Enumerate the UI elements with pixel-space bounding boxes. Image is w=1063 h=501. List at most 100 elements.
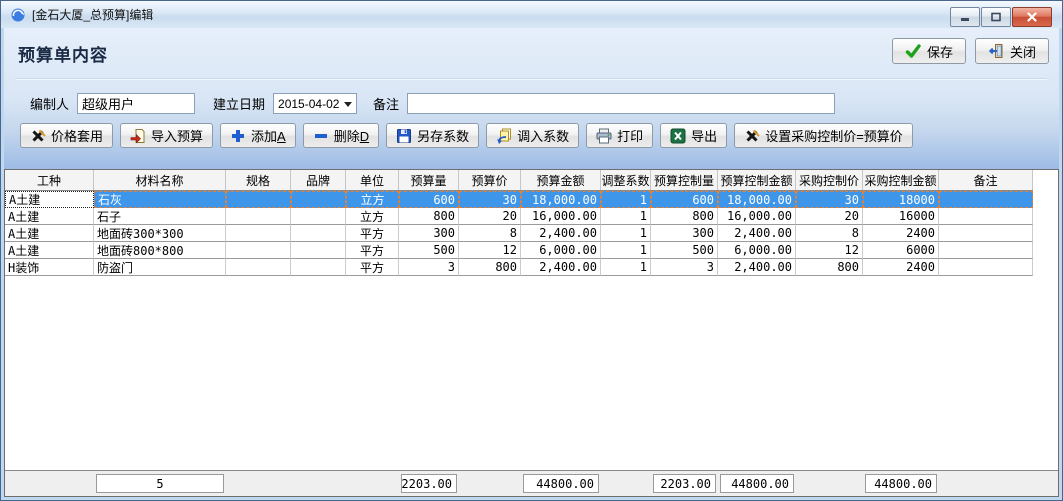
save-button[interactable]: 保存 bbox=[892, 38, 966, 64]
cell-purchase-control-price[interactable]: 8 bbox=[796, 225, 863, 242]
cell-material-name[interactable]: 地面砖800*800 bbox=[94, 242, 226, 259]
column-header-budget-qty[interactable]: 预算量 bbox=[399, 170, 459, 190]
cell-material-name[interactable]: 防盗门 bbox=[94, 259, 226, 276]
close-button[interactable]: 关闭 bbox=[975, 38, 1049, 64]
cell-remark[interactable] bbox=[939, 259, 1033, 276]
column-header-budget-amount[interactable]: 预算金额 bbox=[521, 170, 601, 190]
set-purchase-price-button[interactable]: 设置采购控制价=预算价 bbox=[734, 123, 913, 148]
cell-unit[interactable]: 立方 bbox=[346, 191, 399, 208]
cell-budget-control-amount[interactable]: 2,400.00 bbox=[718, 259, 796, 276]
cell-budget-control-qty[interactable]: 300 bbox=[651, 225, 718, 242]
cell-purchase-control-price[interactable]: 12 bbox=[796, 242, 863, 259]
cell-spec[interactable] bbox=[226, 259, 291, 276]
close-window-button[interactable] bbox=[1012, 7, 1052, 27]
import-budget-button[interactable]: 导入预算 bbox=[120, 123, 213, 148]
cell-budget-qty[interactable]: 800 bbox=[399, 208, 459, 225]
cell-budget-control-amount[interactable]: 6,000.00 bbox=[718, 242, 796, 259]
cell-budget-control-qty[interactable]: 3 bbox=[651, 259, 718, 276]
cell-unit[interactable]: 平方 bbox=[346, 225, 399, 242]
cell-unit[interactable]: 立方 bbox=[346, 208, 399, 225]
cell-unit[interactable]: 平方 bbox=[346, 242, 399, 259]
cell-unit[interactable]: 平方 bbox=[346, 259, 399, 276]
note-input[interactable] bbox=[407, 93, 835, 114]
cell-purchase-control-amount[interactable]: 2400 bbox=[863, 225, 939, 242]
column-header-spec[interactable]: 规格 bbox=[226, 170, 291, 190]
cell-adjust-factor[interactable]: 1 bbox=[601, 191, 651, 208]
minimize-button[interactable] bbox=[950, 7, 980, 27]
load-coefficient-button[interactable]: 调入系数 bbox=[486, 123, 579, 148]
cell-budget-amount[interactable]: 2,400.00 bbox=[521, 225, 601, 242]
cell-budget-amount[interactable]: 6,000.00 bbox=[521, 242, 601, 259]
column-header-brand[interactable]: 品牌 bbox=[291, 170, 346, 190]
cell-material-name[interactable]: 地面砖300*300 bbox=[94, 225, 226, 242]
column-header-adjust-factor[interactable]: 调整系数 bbox=[601, 170, 651, 190]
cell-budget-price[interactable]: 30 bbox=[459, 191, 521, 208]
column-header-budget-price[interactable]: 预算价 bbox=[459, 170, 521, 190]
cell-brand[interactable] bbox=[291, 208, 346, 225]
add-button[interactable]: 添加A bbox=[220, 123, 296, 148]
column-header-material-name[interactable]: 材料名称 bbox=[94, 170, 226, 190]
column-header-budget-control-amount[interactable]: 预算控制金额 bbox=[718, 170, 796, 190]
cell-brand[interactable] bbox=[291, 242, 346, 259]
cell-adjust-factor[interactable]: 1 bbox=[601, 259, 651, 276]
cell-budget-qty[interactable]: 500 bbox=[399, 242, 459, 259]
cell-work-type[interactable]: H装饰 bbox=[5, 259, 94, 276]
cell-material-name[interactable]: 石子 bbox=[94, 208, 226, 225]
cell-adjust-factor[interactable]: 1 bbox=[601, 242, 651, 259]
cell-budget-control-qty[interactable]: 500 bbox=[651, 242, 718, 259]
cell-remark[interactable] bbox=[939, 208, 1033, 225]
cell-purchase-control-price[interactable]: 20 bbox=[796, 208, 863, 225]
export-button[interactable]: 导出 bbox=[660, 123, 727, 148]
delete-button[interactable]: 删除D bbox=[303, 123, 379, 148]
column-header-work-type[interactable]: 工种 bbox=[5, 170, 94, 190]
cell-budget-qty[interactable]: 600 bbox=[399, 191, 459, 208]
cell-purchase-control-amount[interactable]: 16000 bbox=[863, 208, 939, 225]
cell-purchase-control-amount[interactable]: 2400 bbox=[863, 259, 939, 276]
cell-budget-control-amount[interactable]: 18,000.00 bbox=[718, 191, 796, 208]
cell-budget-control-qty[interactable]: 600 bbox=[651, 191, 718, 208]
cell-budget-amount[interactable]: 2,400.00 bbox=[521, 259, 601, 276]
column-header-remark[interactable]: 备注 bbox=[939, 170, 1033, 190]
cell-purchase-control-price[interactable]: 30 bbox=[796, 191, 863, 208]
column-header-unit[interactable]: 单位 bbox=[346, 170, 399, 190]
date-combobox[interactable]: 2015-04-02 bbox=[273, 93, 357, 114]
cell-work-type[interactable]: A土建 bbox=[5, 242, 94, 259]
print-button[interactable]: 打印 bbox=[586, 123, 653, 148]
cell-spec[interactable] bbox=[226, 242, 291, 259]
cell-budget-control-amount[interactable]: 2,400.00 bbox=[718, 225, 796, 242]
cell-budget-control-amount[interactable]: 16,000.00 bbox=[718, 208, 796, 225]
cell-remark[interactable] bbox=[939, 225, 1033, 242]
cell-budget-price[interactable]: 800 bbox=[459, 259, 521, 276]
cell-budget-control-qty[interactable]: 800 bbox=[651, 208, 718, 225]
cell-budget-amount[interactable]: 16,000.00 bbox=[521, 208, 601, 225]
cell-spec[interactable] bbox=[226, 225, 291, 242]
cell-spec[interactable] bbox=[226, 191, 291, 208]
cell-remark[interactable] bbox=[939, 242, 1033, 259]
cell-budget-price[interactable]: 20 bbox=[459, 208, 521, 225]
cell-budget-price[interactable]: 8 bbox=[459, 225, 521, 242]
maximize-button[interactable] bbox=[981, 7, 1011, 27]
column-header-purchase-control-amount[interactable]: 采购控制金额 bbox=[863, 170, 939, 190]
cell-remark[interactable] bbox=[939, 191, 1033, 208]
cell-material-name[interactable]: 石灰 bbox=[94, 191, 226, 208]
cell-adjust-factor[interactable]: 1 bbox=[601, 225, 651, 242]
cell-brand[interactable] bbox=[291, 225, 346, 242]
cell-budget-qty[interactable]: 300 bbox=[399, 225, 459, 242]
cell-purchase-control-amount[interactable]: 18000 bbox=[863, 191, 939, 208]
cell-spec[interactable] bbox=[226, 208, 291, 225]
cell-work-type[interactable]: A土建 bbox=[5, 191, 94, 208]
cell-budget-price[interactable]: 12 bbox=[459, 242, 521, 259]
column-header-purchase-control-price[interactable]: 采购控制价 bbox=[796, 170, 863, 190]
column-header-budget-control-qty[interactable]: 预算控制量 bbox=[651, 170, 718, 190]
cell-brand[interactable] bbox=[291, 259, 346, 276]
cell-purchase-control-price[interactable]: 800 bbox=[796, 259, 863, 276]
cell-brand[interactable] bbox=[291, 191, 346, 208]
cell-purchase-control-amount[interactable]: 6000 bbox=[863, 242, 939, 259]
cell-work-type[interactable]: A土建 bbox=[5, 225, 94, 242]
save-coefficient-button[interactable]: 另存系数 bbox=[386, 123, 479, 148]
cell-budget-amount[interactable]: 18,000.00 bbox=[521, 191, 601, 208]
cell-budget-qty[interactable]: 3 bbox=[399, 259, 459, 276]
cell-adjust-factor[interactable]: 1 bbox=[601, 208, 651, 225]
price-apply-button[interactable]: 价格套用 bbox=[20, 123, 113, 148]
creator-input[interactable] bbox=[77, 93, 195, 114]
